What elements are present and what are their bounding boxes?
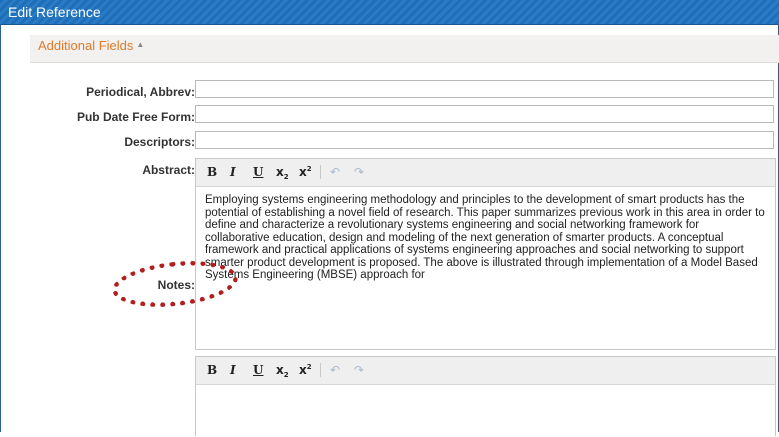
additional-fields-header[interactable]: Additional Fields ▲ [30, 35, 779, 63]
subscript-button[interactable]: x2 [276, 363, 289, 379]
abstract-editor[interactable]: B I U x2 x2 ↶ ↷ Employing systems engine… [195, 158, 776, 350]
abstract-label: Abstract: [142, 163, 195, 177]
superscript-button[interactable]: x2 [299, 165, 312, 179]
undo-icon[interactable]: ↶ [330, 363, 340, 377]
underline-button[interactable]: U [253, 165, 263, 179]
caret-up-icon[interactable]: ▲ [136, 40, 144, 49]
section-title[interactable]: Additional Fields ▲ [38, 38, 144, 53]
notes-text[interactable] [196, 385, 775, 437]
window-title: Edit Reference [8, 4, 101, 20]
underline-button[interactable]: U [253, 363, 263, 377]
bold-button[interactable]: B [207, 165, 217, 179]
subscript-button[interactable]: x2 [276, 165, 289, 181]
notes-toolbar: B I U x2 x2 ↶ ↷ [196, 357, 775, 385]
periodical-abbrev-label: Periodical, Abbrev: [86, 85, 195, 99]
abstract-text[interactable]: Employing systems engineering methodolog… [196, 187, 775, 366]
pub-date-free-form-input[interactable] [195, 105, 774, 123]
periodical-abbrev-input[interactable] [195, 80, 774, 98]
bold-button[interactable]: B [207, 363, 217, 377]
redo-icon[interactable]: ↷ [354, 165, 364, 179]
descriptors-label: Descriptors: [124, 135, 195, 149]
italic-button[interactable]: I [230, 363, 236, 377]
notes-editor[interactable]: B I U x2 x2 ↶ ↷ [195, 356, 776, 436]
italic-button[interactable]: I [230, 165, 236, 179]
toolbar-separator [320, 165, 321, 179]
abstract-toolbar: B I U x2 x2 ↶ ↷ [196, 159, 775, 187]
toolbar-separator [320, 363, 321, 377]
pub-date-free-form-label: Pub Date Free Form: [76, 110, 195, 124]
descriptors-input[interactable] [195, 131, 774, 149]
superscript-button[interactable]: x2 [299, 363, 312, 377]
undo-icon[interactable]: ↶ [330, 165, 340, 179]
redo-icon[interactable]: ↷ [354, 363, 364, 377]
window-title-bar: Edit Reference [0, 0, 779, 25]
